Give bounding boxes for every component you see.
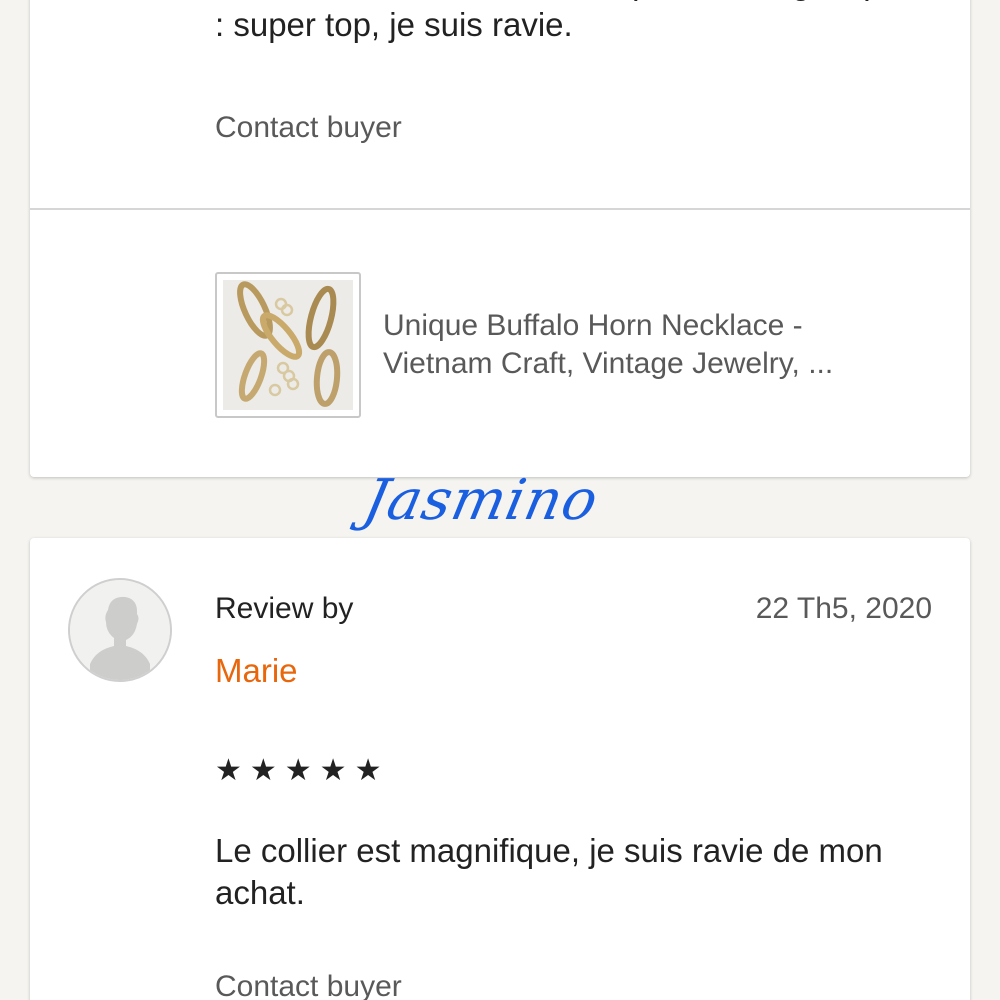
divider [30,208,970,210]
necklace-image-icon [223,280,353,410]
listing-title-line-1: Unique Buffalo Horn Necklace - [383,309,803,342]
star-rating: ★★★★★ [215,754,390,787]
default-user-silhouette-icon [70,580,170,680]
review-text: J'ai commandé deux collier qui sont magn… [215,0,924,43]
watermark-signature: Jasmino [358,468,605,533]
listing-link[interactable]: Unique Buffalo Horn Necklace - Vietnam C… [215,270,935,420]
listing-title[interactable]: Unique Buffalo Horn Necklace - Vietnam C… [383,307,931,383]
review-card: Review by 22 Th5, 2020 Marie ★★★★★ Le co… [30,538,970,1000]
review-date: 22 Th5, 2020 [755,592,932,625]
avatar[interactable] [68,578,172,682]
listing-thumbnail [215,272,361,418]
review-by-label: Review by [215,592,354,625]
contact-buyer-link[interactable]: Contact buyer [215,970,402,1000]
reviewer-name-link[interactable]: Marie [215,652,298,690]
contact-buyer-link[interactable]: Contact buyer [215,111,402,145]
listing-title-line-2: Vietnam Craft, Vintage Jewelry, ... [383,347,834,380]
review-text: Le collier est magnifique, je suis ravie… [215,832,883,911]
review-card-previous: J'ai commandé deux collier qui sont magn… [30,0,970,477]
reviews-page: J'ai commandé deux collier qui sont magn… [0,0,1000,1000]
